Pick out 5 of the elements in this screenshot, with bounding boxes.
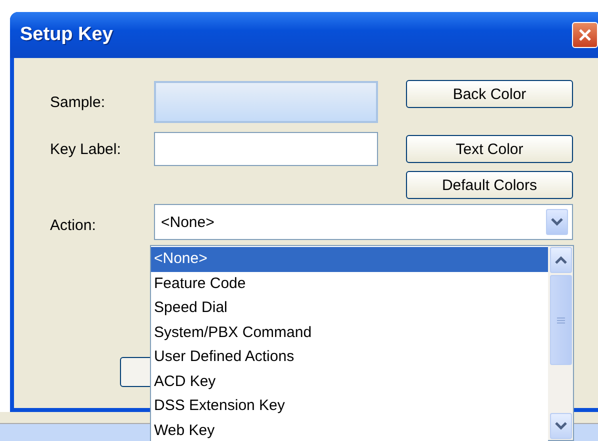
field-label: Sample:: [50, 94, 106, 110]
window-title: Setup Key: [20, 24, 113, 46]
dropdown-value: <None>: [161, 214, 214, 230]
field-label: Action:: [50, 217, 97, 236]
field-label: Key Label:: [50, 140, 122, 158]
